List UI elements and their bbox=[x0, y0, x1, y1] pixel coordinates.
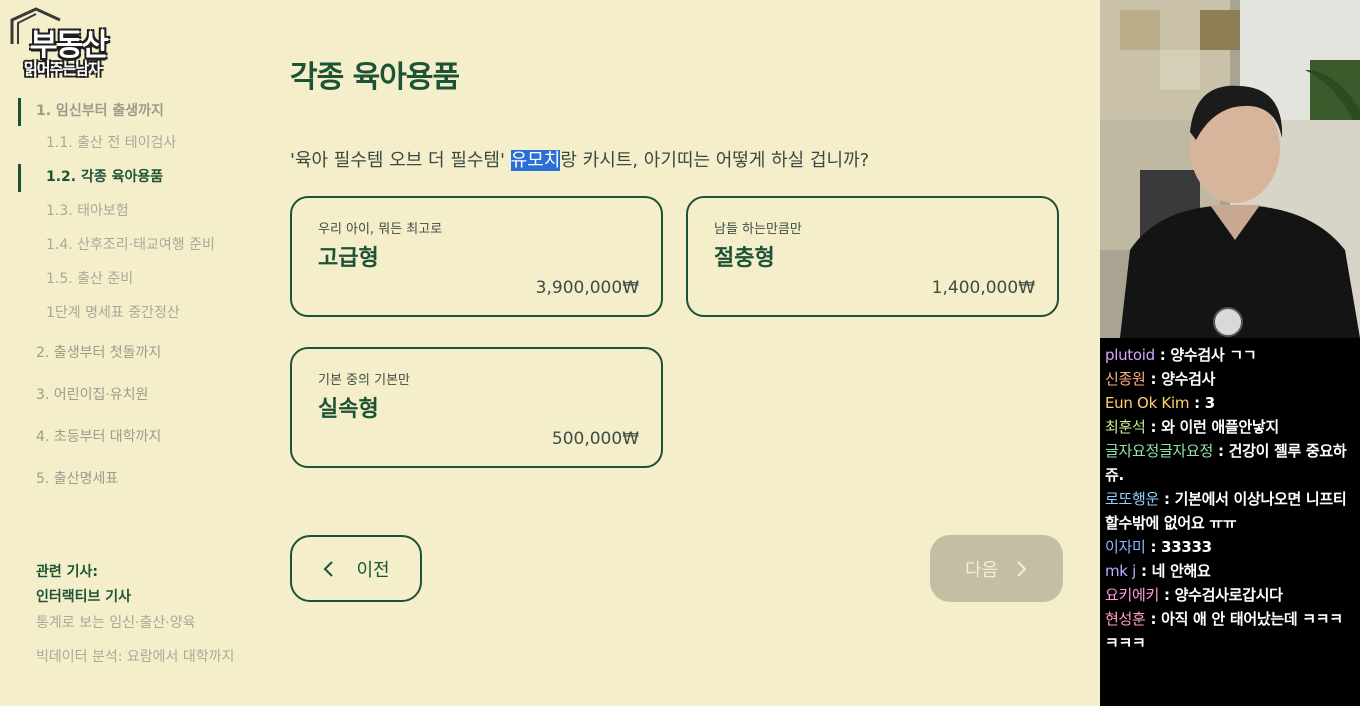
chat-text: 3 bbox=[1204, 394, 1215, 412]
sidebar-item-postnatal-care[interactable]: 1.4. 산후조리·태교여행 준비 bbox=[18, 230, 258, 264]
sidebar-item-daycare-kindergarten[interactable]: 3. 어린이집·유치원 bbox=[18, 374, 258, 416]
chevron-right-icon bbox=[1017, 560, 1027, 577]
prev-button[interactable]: 이전 bbox=[290, 535, 422, 602]
option-card-title: 절충형 bbox=[714, 246, 775, 271]
selected-text: 유모치 bbox=[510, 150, 561, 171]
chat-message: 요키에키 : 양수검사로갑시다 bbox=[1105, 586, 1283, 604]
question-text-end: 랑 카시트, 아기띠는 어떻게 하실 겁니까? bbox=[560, 150, 870, 171]
sidebar-item-prenatal-test[interactable]: 1.1. 출산 전 테이검사 bbox=[18, 128, 258, 162]
option-card-price: 3,900,000₩ bbox=[535, 278, 639, 298]
sidebar-item-birth-to-first-birthday[interactable]: 2. 출생부터 첫돌까지 bbox=[18, 332, 258, 374]
option-card-title: 고급형 bbox=[318, 246, 379, 271]
chat-author[interactable]: Eun Ok Kim bbox=[1105, 394, 1189, 412]
chat-text: 33333 bbox=[1161, 538, 1212, 556]
chat-author[interactable]: 글자요정글자요정 bbox=[1105, 442, 1213, 460]
channel-logo: 부동산 읽어주는남자 bbox=[8, 6, 133, 86]
chat-author[interactable]: 현성훈 bbox=[1105, 610, 1146, 628]
option-card-subtitle: 기본 중의 기본만 bbox=[318, 373, 410, 388]
webcam-feed bbox=[1100, 0, 1360, 338]
question-text: '육아 필수템 오브 더 필수템' 유모치랑 카시트, 아기띠는 어떻게 하실 … bbox=[290, 146, 869, 172]
chat-author[interactable]: mk j bbox=[1105, 562, 1136, 580]
sidebar-item-pregnancy-to-birth[interactable]: 1. 임신부터 출생까지 bbox=[18, 96, 258, 128]
related-article-link[interactable]: 통계로 보는 임신·출산·양육 bbox=[36, 610, 234, 636]
related-articles-heading: 관련 기사: bbox=[36, 564, 98, 580]
chat-message: 현성훈 : 아직 애 안 태어났는데 ㅋㅋㅋㅋㅋㅋ bbox=[1105, 610, 1343, 652]
next-button-label: 다음 bbox=[964, 559, 999, 581]
chat-author[interactable]: plutoid bbox=[1105, 346, 1155, 364]
sidebar-item-interim-settlement[interactable]: 1단계 명세표 중간정산 bbox=[18, 298, 258, 332]
chat-author[interactable]: 신종원 bbox=[1105, 370, 1146, 388]
option-card-title: 실속형 bbox=[318, 397, 379, 422]
option-card-subtitle: 우리 아이, 뭐든 최고로 bbox=[318, 222, 443, 237]
related-articles: 관련 기사: 인터랙티브 기사 통계로 보는 임신·출산·양육 빅데이터 분석:… bbox=[36, 560, 234, 670]
sidebar-item-birth-statement[interactable]: 5. 출산명세표 bbox=[18, 458, 258, 500]
chat-text: 양수검사로갑시다 bbox=[1174, 586, 1283, 604]
sidebar-item-elementary-to-college[interactable]: 4. 초등부터 대학까지 bbox=[18, 416, 258, 458]
chat-message: 신종원 : 양수검사 bbox=[1105, 370, 1216, 388]
chevron-left-icon bbox=[324, 560, 334, 577]
related-article-link[interactable]: 인터랙티브 기사 bbox=[36, 584, 234, 610]
webcam-image bbox=[1100, 0, 1360, 338]
interactive-article: 부동산 읽어주는남자 1. 임신부터 출생까지 1.1. 출산 전 테이검사 1… bbox=[0, 0, 1100, 706]
question-text-start: '육아 필수템 오브 더 필수템' bbox=[290, 150, 511, 171]
option-card-balanced[interactable]: 남들 하는만큼만 절충형 1,400,000₩ bbox=[686, 196, 1059, 317]
chat-message: plutoid : 양수검사 ㄱㄱ bbox=[1105, 346, 1257, 364]
sidebar-item-fetal-insurance[interactable]: 1.3. 태아보험 bbox=[18, 196, 258, 230]
chat-text: 네 안해요 bbox=[1151, 562, 1211, 580]
chat-message: 이자미 : 33333 bbox=[1105, 538, 1212, 556]
chat-message: 최훈석 : 와 이런 애플안낳지 bbox=[1105, 418, 1279, 436]
chat-text: 양수검사 bbox=[1161, 370, 1216, 388]
sidebar-item-baby-supplies[interactable]: 1.2. 각종 육아용품 bbox=[18, 162, 258, 196]
chat-message: mk j : 네 안해요 bbox=[1105, 562, 1211, 580]
logo-subtitle: 읽어주는남자 bbox=[24, 60, 102, 78]
option-card-price: 500,000₩ bbox=[551, 429, 639, 449]
option-card-premium[interactable]: 우리 아이, 뭐든 최고로 고급형 3,900,000₩ bbox=[290, 196, 663, 317]
chat-message: 글자요정글자요정 : 건강이 젤루 중요하쥬. bbox=[1105, 442, 1347, 484]
chat-author[interactable]: 로또행운 bbox=[1105, 490, 1159, 508]
chat-text: 와 이런 애플안낳지 bbox=[1161, 418, 1279, 436]
chat-message: 로또행운 : 기본에서 이상나오면 니프티 할수밖에 없어요 ㅠㅠ bbox=[1105, 490, 1347, 532]
page-title: 각종 육아용품 bbox=[290, 60, 460, 95]
chat-message: Eun Ok Kim : 3 bbox=[1105, 394, 1215, 412]
related-article-link[interactable]: 빅데이터 분석: 요람에서 대학까지 bbox=[36, 644, 234, 670]
chat-author[interactable]: 요키에키 bbox=[1105, 586, 1159, 604]
option-card-subtitle: 남들 하는만큼만 bbox=[714, 222, 802, 237]
chat-author[interactable]: 최훈석 bbox=[1105, 418, 1146, 436]
option-card-price: 1,400,000₩ bbox=[931, 278, 1035, 298]
option-card-basic[interactable]: 기본 중의 기본만 실속형 500,000₩ bbox=[290, 347, 663, 468]
prev-button-label: 이전 bbox=[356, 559, 390, 581]
live-chat-panel: plutoid : 양수검사 ㄱㄱ 신종원 : 양수검사 Eun Ok Kim … bbox=[1100, 338, 1360, 706]
chat-author[interactable]: 이자미 bbox=[1105, 538, 1146, 556]
sidebar-item-birth-prep[interactable]: 1.5. 출산 준비 bbox=[18, 264, 258, 298]
chat-text: 양수검사 ㄱㄱ bbox=[1170, 346, 1257, 364]
sidebar-nav: 1. 임신부터 출생까지 1.1. 출산 전 테이검사 1.2. 각종 육아용품… bbox=[18, 96, 258, 500]
next-button[interactable]: 다음 bbox=[930, 535, 1063, 602]
